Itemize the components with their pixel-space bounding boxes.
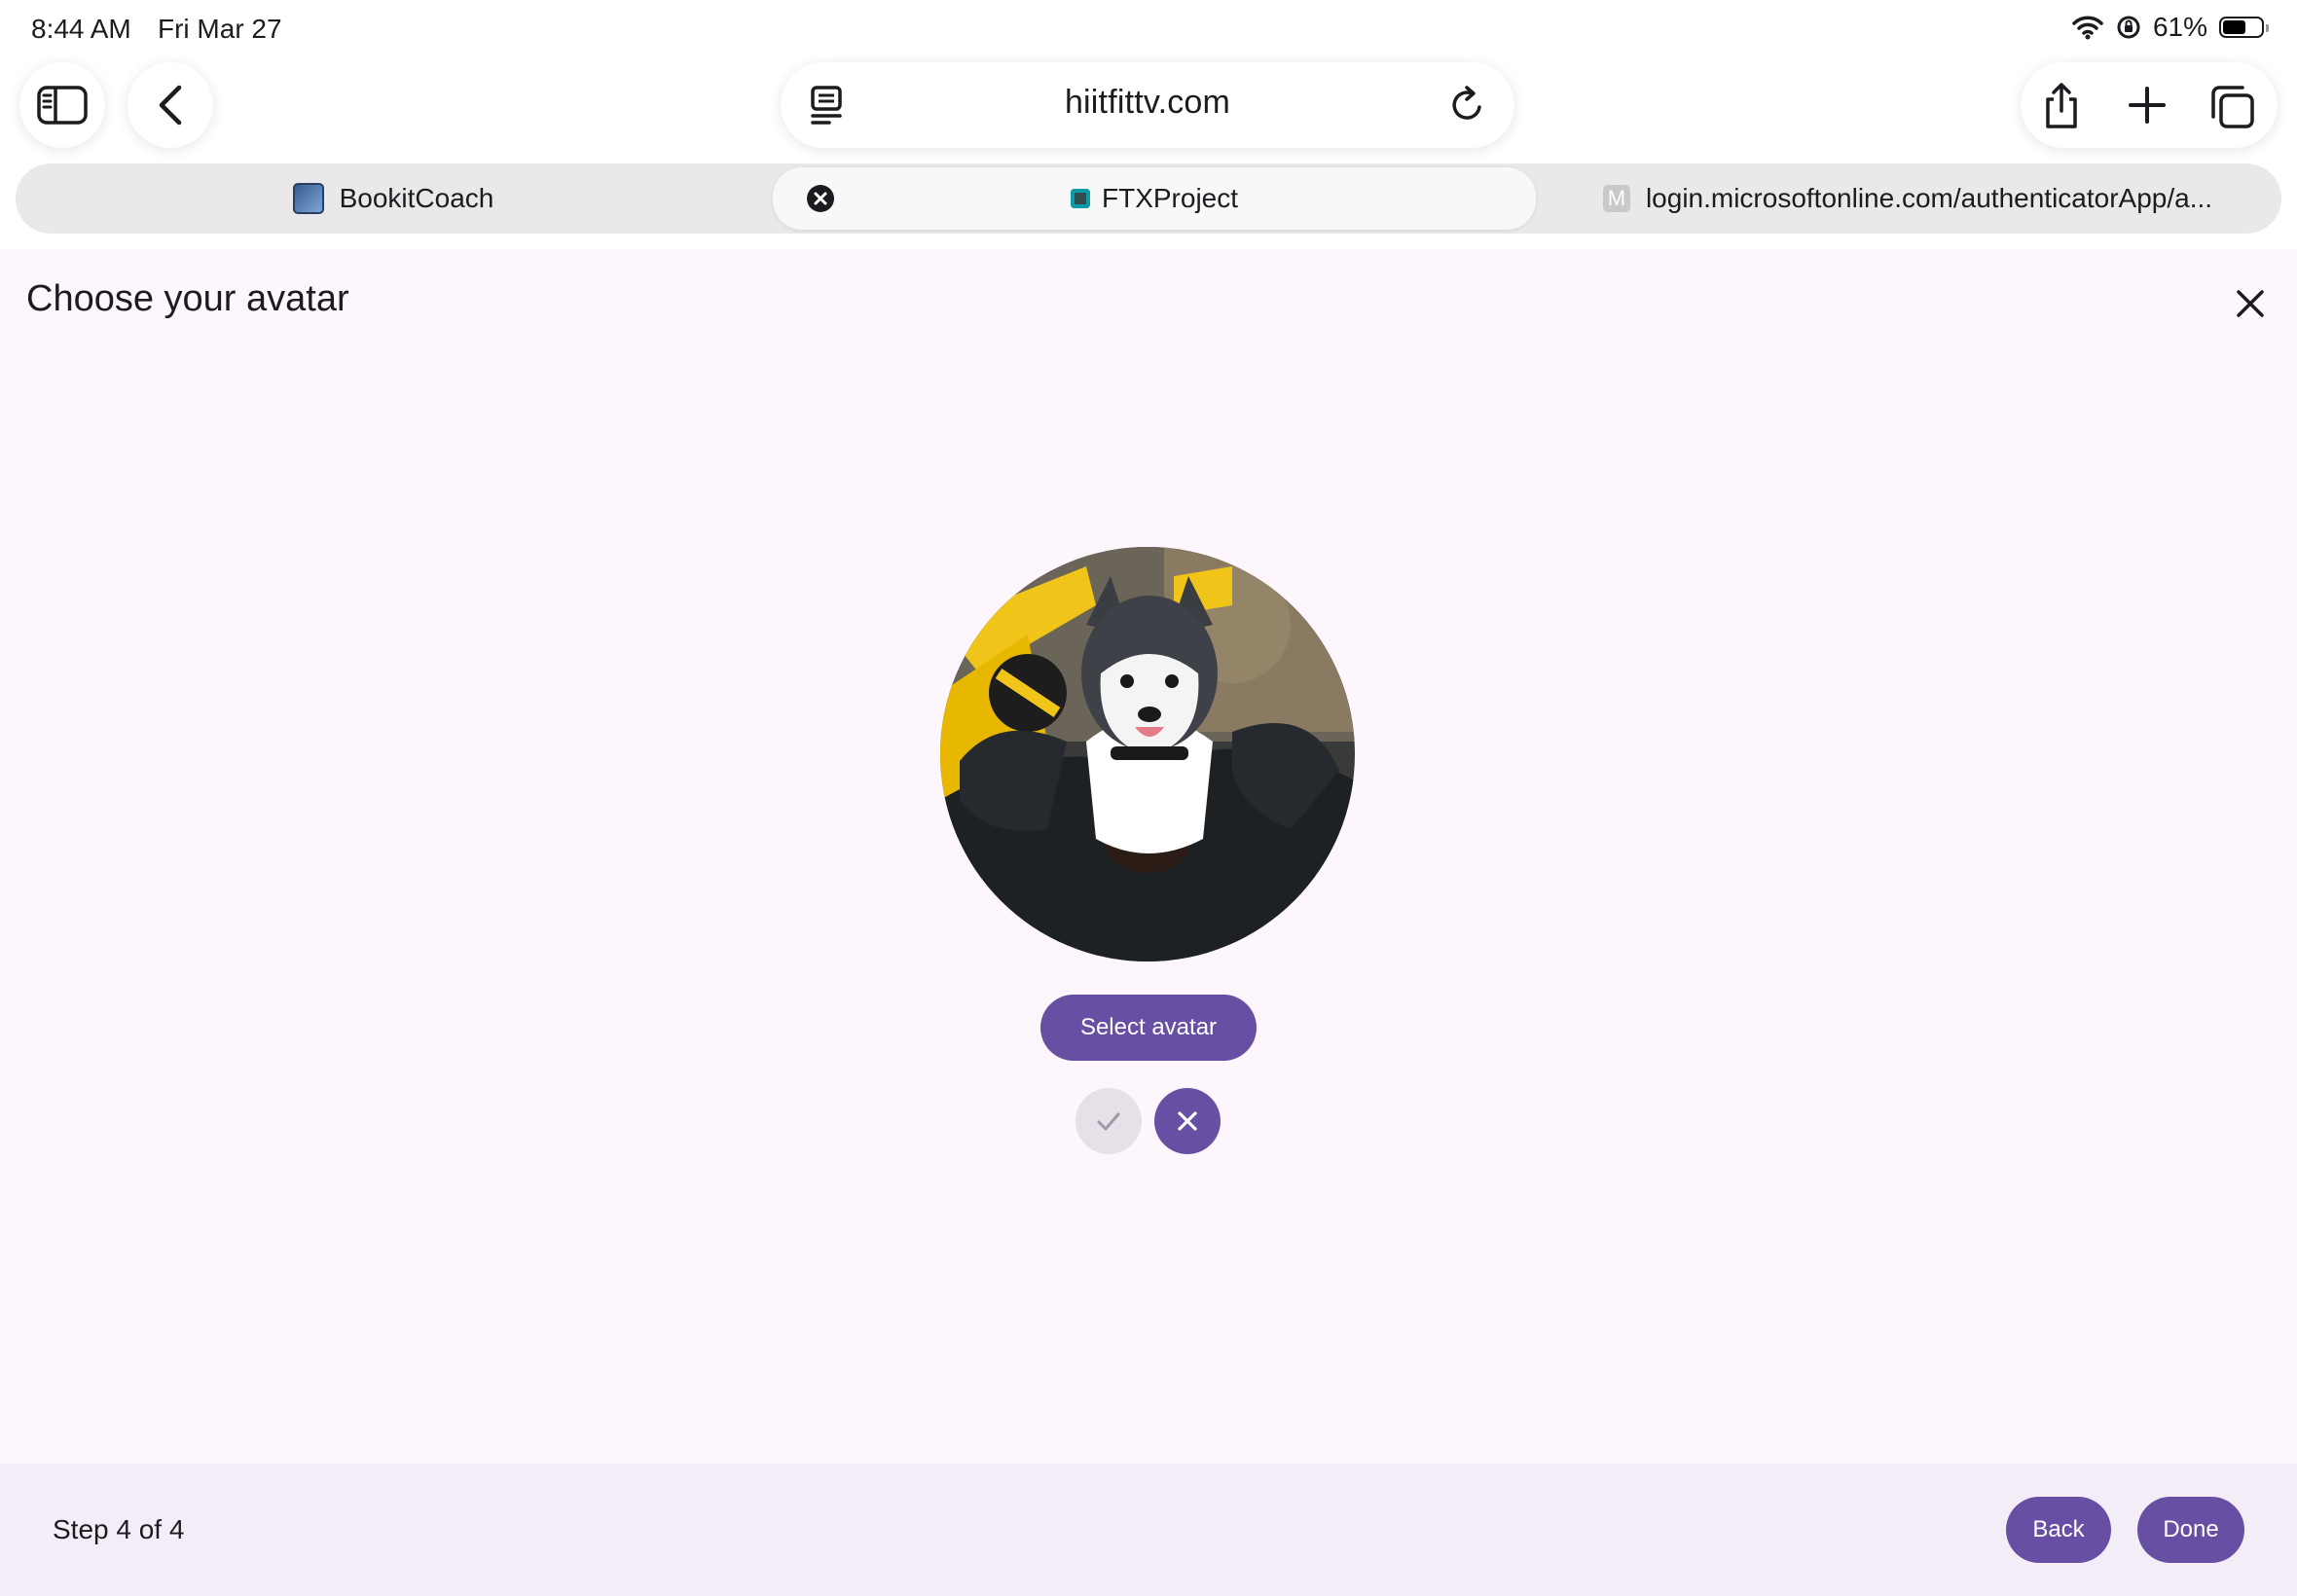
tab-microsoft-login[interactable]: M login.microsoftonline.com/authenticato… (1534, 163, 2281, 234)
close-icon[interactable] (2231, 284, 2270, 323)
wizard-footer: Step 4 of 4 Back Done (0, 1464, 2297, 1596)
ftxproject-favicon (1070, 189, 1090, 208)
tab-ftxproject[interactable]: FTXProject (773, 167, 1536, 230)
done-button[interactable]: Done (2137, 1497, 2244, 1563)
battery-level (2223, 20, 2245, 34)
status-date: Fri Mar 27 (158, 14, 282, 44)
check-icon (1097, 1112, 1120, 1131)
discard-avatar-button[interactable] (1154, 1088, 1221, 1154)
plus-icon[interactable] (2128, 86, 2167, 125)
close-icon (1178, 1111, 1197, 1131)
status-time: 8:44 AM (31, 14, 131, 44)
back-nav-button[interactable] (128, 62, 213, 148)
tab-label: FTXProject (1101, 183, 1239, 213)
confirm-avatar-button[interactable] (1076, 1088, 1142, 1154)
status-indicators: 61% (2071, 12, 2269, 43)
tab-label: BookitCoach (339, 183, 494, 213)
chevron-left-icon (159, 85, 182, 126)
share-icon[interactable] (2040, 82, 2083, 130)
close-tab-icon[interactable] (806, 184, 835, 213)
tab-bar: BookitCoach FTXProject M login.microsoft… (16, 163, 2281, 234)
page-title: Choose your avatar (26, 278, 349, 319)
tab-bookitcoach[interactable]: BookitCoach (16, 163, 771, 234)
avatar-dialog: Choose your avatar Select avatar (0, 249, 2297, 1464)
status-bar: 8:44 AM Fri Mar 27 61% (0, 0, 2297, 62)
address-bar[interactable]: hiitfittv.com (781, 62, 1514, 148)
tabs-overview-icon[interactable] (2209, 84, 2256, 130)
microsoft-favicon: M (1602, 185, 1630, 212)
sidebar-button[interactable] (19, 62, 105, 148)
avatar-photo (940, 547, 1355, 961)
step-indicator: Step 4 of 4 (53, 1514, 185, 1544)
select-avatar-button[interactable]: Select avatar (1040, 995, 1257, 1061)
wifi-icon (2072, 16, 2103, 40)
orientation-lock-icon (2117, 16, 2140, 39)
avatar-preview (940, 547, 1355, 961)
toolbar-actions (2021, 62, 2278, 148)
bookitcoach-favicon (292, 183, 324, 214)
battery-icon (2219, 17, 2269, 38)
url-text[interactable]: hiitfittv.com (781, 84, 1514, 122)
back-button[interactable]: Back (2006, 1497, 2111, 1563)
reload-icon[interactable] (1448, 84, 1487, 127)
tab-label: login.microsoftonline.com/authenticatorA… (1645, 183, 2213, 213)
sidebar-icon (37, 86, 88, 125)
battery-percent: 61% (2152, 12, 2207, 42)
